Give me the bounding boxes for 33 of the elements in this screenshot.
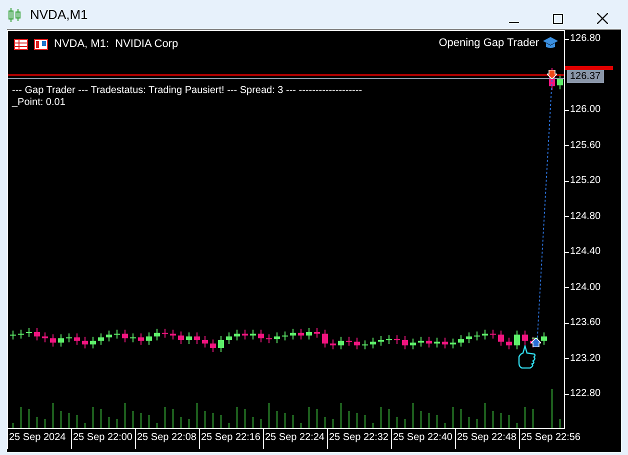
price-label: 125.20 — [570, 175, 601, 187]
time-label: 25 Sep 2024 — [7, 429, 71, 449]
buy-arrow-icon — [531, 338, 541, 347]
price-label: 122.80 — [570, 388, 601, 400]
table-icon — [14, 38, 28, 50]
price-label: 124.00 — [570, 282, 601, 294]
expert-name: Opening Gap Trader — [438, 36, 539, 51]
comment-line: _Point: 0.01 — [12, 97, 66, 109]
candlestick-icon — [8, 8, 22, 22]
price-label: 126.00 — [570, 104, 601, 116]
comment-line: --- Gap Trader --- Tradestatus: Trading Pausiert! --- Spread: 3 --- ------------------- — [12, 85, 362, 97]
thumbs-up-icon — [518, 345, 536, 370]
chart-window-icon — [34, 38, 48, 50]
close-icon — [596, 13, 608, 24]
price-label: 123.60 — [570, 317, 601, 329]
price-label: 124.40 — [570, 246, 601, 258]
symbol-label: NVDA, M1: NVIDIA Corp — [54, 37, 178, 52]
time-label: 25 Sep 22:08 — [135, 429, 199, 449]
sell-arrow-icon — [547, 70, 557, 79]
time-label: 25 Sep 22:48 — [455, 429, 519, 449]
time-label: 25 Sep 22:32 — [327, 429, 391, 449]
time-label: 25 Sep 22:16 — [199, 429, 263, 449]
window-title: NVDA,M1 — [30, 6, 88, 24]
time-label: 25 Sep 22:40 — [391, 429, 455, 449]
time-label: 25 Sep 22:56 — [519, 429, 583, 449]
price-label: 126.80 — [570, 33, 601, 45]
time-label: 25 Sep 22:24 — [263, 429, 327, 449]
current-price-label: 126.37 — [567, 70, 604, 83]
graduation-cap-icon — [543, 37, 558, 50]
time-label: 25 Sep 22:00 — [71, 429, 135, 449]
price-label: 123.20 — [570, 352, 601, 364]
price-label: 124.80 — [570, 210, 601, 222]
price-label: 125.60 — [570, 140, 601, 152]
